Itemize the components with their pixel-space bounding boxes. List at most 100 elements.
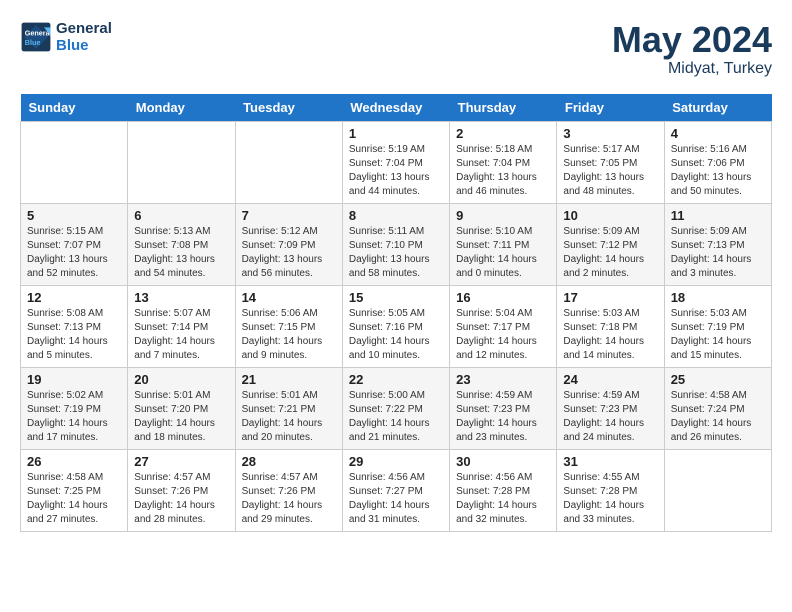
page-header: General Blue General Blue May 2024 Midya… [20,20,772,78]
day-header-friday: Friday [557,94,664,122]
day-info: Sunrise: 5:15 AMSunset: 7:07 PMDaylight:… [27,225,121,281]
svg-text:Blue: Blue [25,38,41,47]
day-number: 11 [671,208,765,223]
day-number: 23 [456,372,550,387]
day-number: 15 [349,290,443,305]
day-info: Sunrise: 5:06 AMSunset: 7:15 PMDaylight:… [242,307,336,363]
calendar-day-22: 22 Sunrise: 5:00 AMSunset: 7:22 PMDayligh… [342,367,449,449]
calendar-header-row: SundayMondayTuesdayWednesdayThursdayFrid… [21,94,772,122]
calendar-day-16: 16 Sunrise: 5:04 AMSunset: 7:17 PMDayligh… [450,285,557,367]
day-number: 16 [456,290,550,305]
day-info: Sunrise: 5:02 AMSunset: 7:19 PMDaylight:… [27,389,121,445]
day-info: Sunrise: 4:59 AMSunset: 7:23 PMDaylight:… [563,389,657,445]
day-header-tuesday: Tuesday [235,94,342,122]
calendar-day-10: 10 Sunrise: 5:09 AMSunset: 7:12 PMDayligh… [557,203,664,285]
calendar-day-7: 7 Sunrise: 5:12 AMSunset: 7:09 PMDaylight… [235,203,342,285]
month-year: May 2024 [612,20,772,60]
day-info: Sunrise: 5:09 AMSunset: 7:12 PMDaylight:… [563,225,657,281]
day-info: Sunrise: 5:01 AMSunset: 7:21 PMDaylight:… [242,389,336,445]
day-number: 5 [27,208,121,223]
calendar-day-19: 19 Sunrise: 5:02 AMSunset: 7:19 PMDayligh… [21,367,128,449]
day-info: Sunrise: 5:07 AMSunset: 7:14 PMDaylight:… [134,307,228,363]
day-info: Sunrise: 5:18 AMSunset: 7:04 PMDaylight:… [456,143,550,199]
calendar-day-29: 29 Sunrise: 4:56 AMSunset: 7:27 PMDayligh… [342,449,449,531]
calendar-day-24: 24 Sunrise: 4:59 AMSunset: 7:23 PMDayligh… [557,367,664,449]
day-info: Sunrise: 5:13 AMSunset: 7:08 PMDaylight:… [134,225,228,281]
day-number: 25 [671,372,765,387]
day-header-wednesday: Wednesday [342,94,449,122]
day-number: 31 [563,454,657,469]
day-number: 14 [242,290,336,305]
logo-text: General Blue [56,20,112,54]
day-info: Sunrise: 4:56 AMSunset: 7:27 PMDaylight:… [349,471,443,527]
day-info: Sunrise: 5:05 AMSunset: 7:16 PMDaylight:… [349,307,443,363]
day-info: Sunrise: 5:04 AMSunset: 7:17 PMDaylight:… [456,307,550,363]
calendar-day-8: 8Sunrise: 5:11 AMSunset: 7:10 PMDaylight… [342,203,449,285]
day-number: 1 [349,126,443,141]
calendar-day-27: 27 Sunrise: 4:57 AMSunset: 7:26 PMDayligh… [128,449,235,531]
calendar-day-11: 11 Sunrise: 5:09 AMSunset: 7:13 PMDayligh… [664,203,771,285]
calendar-day-17: 17 Sunrise: 5:03 AMSunset: 7:18 PMDayligh… [557,285,664,367]
day-number: 8 [349,208,443,223]
calendar-table: SundayMondayTuesdayWednesdayThursdayFrid… [20,94,772,532]
day-number: 28 [242,454,336,469]
calendar-day-30: 30 Sunrise: 4:56 AMSunset: 7:28 PMDayligh… [450,449,557,531]
day-number: 24 [563,372,657,387]
day-number: 27 [134,454,228,469]
calendar-empty-cell [664,449,771,531]
logo-line1: General [56,20,112,37]
calendar-day-15: 15 Sunrise: 5:05 AMSunset: 7:16 PMDayligh… [342,285,449,367]
calendar-day-14: 14 Sunrise: 5:06 AMSunset: 7:15 PMDayligh… [235,285,342,367]
day-number: 13 [134,290,228,305]
day-number: 6 [134,208,228,223]
day-info: Sunrise: 5:19 AMSunset: 7:04 PMDaylight:… [349,143,443,199]
calendar-empty-cell [21,121,128,203]
day-number: 17 [563,290,657,305]
calendar-week-row: 1 Sunrise: 5:19 AMSunset: 7:04 PMDaylight… [21,121,772,203]
calendar-day-2: 2Sunrise: 5:18 AMSunset: 7:04 PMDaylight… [450,121,557,203]
day-number: 22 [349,372,443,387]
calendar-day-31: 31Sunrise: 4:55 AMSunset: 7:28 PMDayligh… [557,449,664,531]
calendar-day-4: 4 Sunrise: 5:16 AMSunset: 7:06 PMDaylight… [664,121,771,203]
calendar-week-row: 5 Sunrise: 5:15 AMSunset: 7:07 PMDaylight… [21,203,772,285]
day-number: 19 [27,372,121,387]
day-info: Sunrise: 5:00 AMSunset: 7:22 PMDaylight:… [349,389,443,445]
day-info: Sunrise: 5:16 AMSunset: 7:06 PMDaylight:… [671,143,765,199]
day-header-thursday: Thursday [450,94,557,122]
day-number: 20 [134,372,228,387]
day-info: Sunrise: 5:12 AMSunset: 7:09 PMDaylight:… [242,225,336,281]
day-number: 3 [563,126,657,141]
calendar-day-20: 20Sunrise: 5:01 AMSunset: 7:20 PMDayligh… [128,367,235,449]
logo-icon: General Blue [20,21,52,53]
day-number: 12 [27,290,121,305]
calendar-day-13: 13 Sunrise: 5:07 AMSunset: 7:14 PMDayligh… [128,285,235,367]
calendar-day-25: 25Sunrise: 4:58 AMSunset: 7:24 PMDayligh… [664,367,771,449]
day-number: 30 [456,454,550,469]
calendar-day-12: 12Sunrise: 5:08 AMSunset: 7:13 PMDayligh… [21,285,128,367]
day-info: Sunrise: 4:57 AMSunset: 7:26 PMDaylight:… [134,471,228,527]
day-number: 29 [349,454,443,469]
location: Midyat, Turkey [612,60,772,78]
calendar-empty-cell [128,121,235,203]
day-number: 7 [242,208,336,223]
day-number: 4 [671,126,765,141]
calendar-day-26: 26Sunrise: 4:58 AMSunset: 7:25 PMDayligh… [21,449,128,531]
day-info: Sunrise: 4:59 AMSunset: 7:23 PMDaylight:… [456,389,550,445]
day-number: 18 [671,290,765,305]
day-info: Sunrise: 5:17 AMSunset: 7:05 PMDaylight:… [563,143,657,199]
day-header-monday: Monday [128,94,235,122]
day-number: 21 [242,372,336,387]
day-info: Sunrise: 4:57 AMSunset: 7:26 PMDaylight:… [242,471,336,527]
day-number: 9 [456,208,550,223]
day-number: 10 [563,208,657,223]
calendar-week-row: 12Sunrise: 5:08 AMSunset: 7:13 PMDayligh… [21,285,772,367]
calendar-day-21: 21 Sunrise: 5:01 AMSunset: 7:21 PMDayligh… [235,367,342,449]
calendar-week-row: 26Sunrise: 4:58 AMSunset: 7:25 PMDayligh… [21,449,772,531]
calendar-empty-cell [235,121,342,203]
day-info: Sunrise: 5:03 AMSunset: 7:18 PMDaylight:… [563,307,657,363]
day-info: Sunrise: 4:56 AMSunset: 7:28 PMDaylight:… [456,471,550,527]
day-number: 26 [27,454,121,469]
calendar-day-28: 28 Sunrise: 4:57 AMSunset: 7:26 PMDayligh… [235,449,342,531]
day-info: Sunrise: 5:10 AMSunset: 7:11 PMDaylight:… [456,225,550,281]
day-info: Sunrise: 5:09 AMSunset: 7:13 PMDaylight:… [671,225,765,281]
